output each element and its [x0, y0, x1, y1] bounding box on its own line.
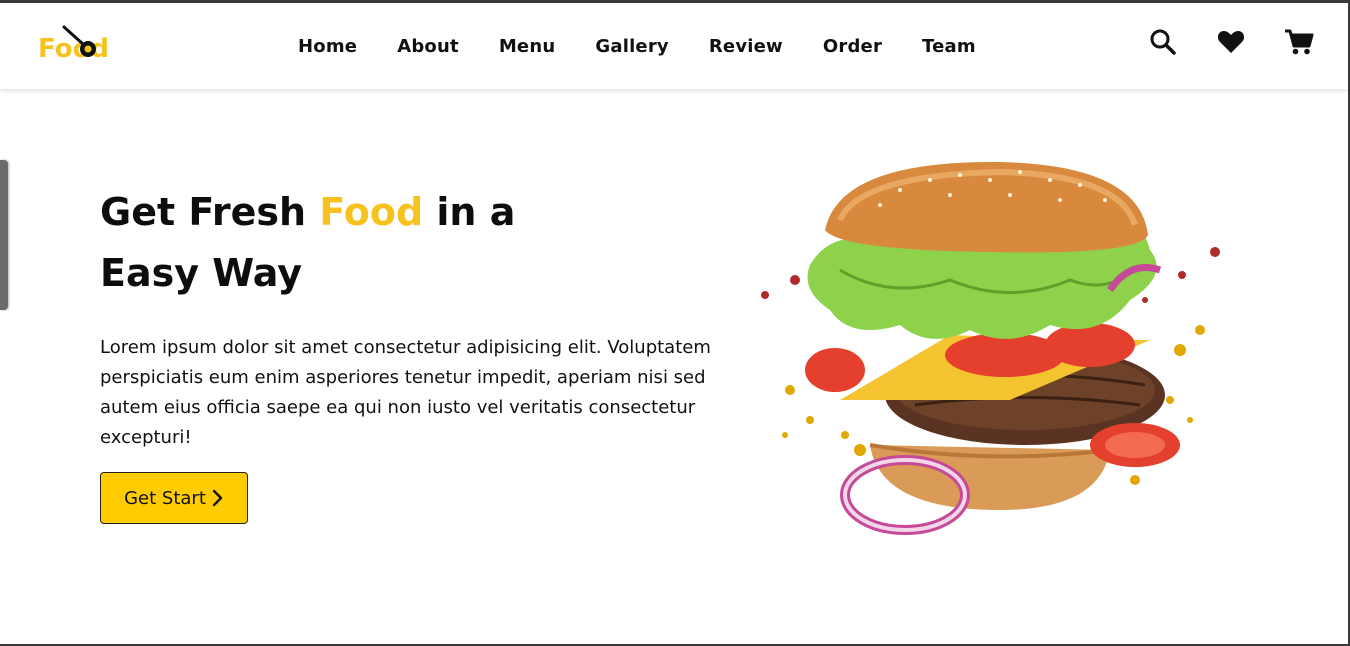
- burger-image: [761, 161, 1220, 535]
- get-start-label: Get Start: [124, 487, 206, 509]
- chevron-right-icon: [212, 489, 223, 507]
- hero-paragraph: Lorem ipsum dolor sit amet consectetur a…: [100, 337, 711, 448]
- get-start-button[interactable]: Get Start: [100, 472, 248, 524]
- side-scroll-handle[interactable]: [0, 160, 8, 310]
- cart-icon[interactable]: [1284, 27, 1314, 57]
- hero-title-line2: Easy Way: [100, 251, 303, 295]
- hero-title-part2: in a: [423, 190, 516, 234]
- nav-about[interactable]: About: [397, 36, 459, 57]
- search-icon[interactable]: [1148, 27, 1178, 57]
- nav-gallery[interactable]: Gallery: [595, 36, 668, 57]
- hero-title-accent: Food: [319, 190, 424, 234]
- header-icons: [1148, 27, 1314, 57]
- nav-review[interactable]: Review: [709, 36, 783, 57]
- navbar: Food Home About Menu Gallery Review Orde…: [0, 3, 1348, 89]
- hero-title: Get Fresh Food in a Easy Way: [100, 182, 660, 304]
- nav-menu[interactable]: Menu: [499, 36, 556, 57]
- main-nav: Home About Menu Gallery Review Order Tea…: [298, 3, 976, 89]
- nav-team[interactable]: Team: [922, 36, 976, 57]
- heart-icon[interactable]: [1216, 27, 1246, 57]
- logo[interactable]: Food: [38, 25, 124, 65]
- hero-title-part1: Get Fresh: [100, 190, 320, 234]
- nav-home[interactable]: Home: [298, 36, 357, 57]
- spoon-icon: [62, 25, 96, 57]
- nav-order[interactable]: Order: [823, 36, 882, 57]
